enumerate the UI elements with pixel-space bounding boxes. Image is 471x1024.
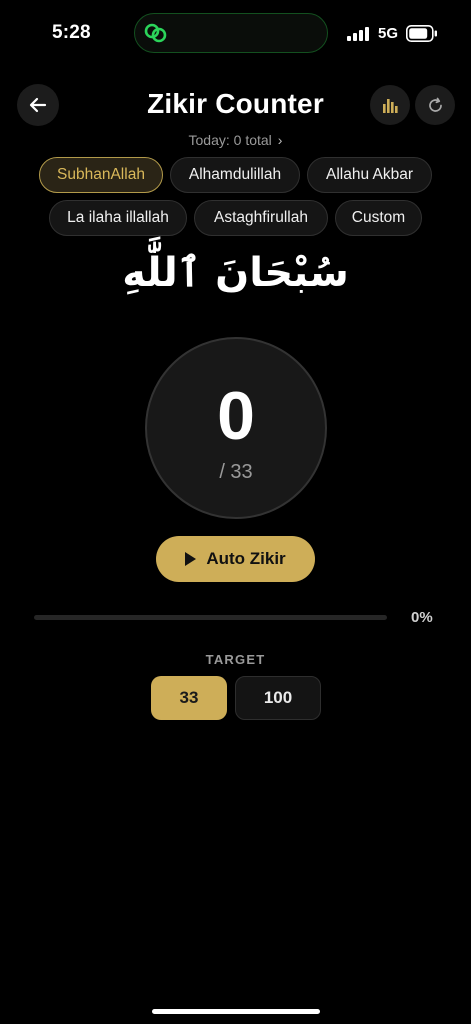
- chip-allahu-akbar[interactable]: Allahu Akbar: [307, 157, 432, 193]
- battery-icon: [406, 25, 437, 42]
- auto-zikir-button[interactable]: Auto Zikir: [156, 536, 315, 582]
- arabic-dhikr-text: سُبْحَانَ ٱللَّٰهِ: [122, 250, 349, 296]
- refresh-icon: [428, 97, 442, 112]
- link-icon: [144, 23, 167, 43]
- bar-chart-icon: [383, 99, 398, 113]
- counter-tap-area[interactable]: 0 / 33: [145, 337, 327, 519]
- auto-zikir-label: Auto Zikir: [206, 549, 286, 568]
- signal-icon: [347, 27, 369, 41]
- home-indicator[interactable]: [152, 1009, 320, 1014]
- chip-custom[interactable]: Custom: [335, 200, 422, 236]
- chip-subhanallah[interactable]: SubhanAllah: [39, 157, 163, 193]
- target-label: TARGET: [205, 652, 266, 667]
- today-summary-link[interactable]: Today: 0 total ›: [0, 132, 471, 148]
- reset-button[interactable]: [415, 85, 455, 125]
- count-target: / 33: [219, 461, 253, 483]
- status-time: 5:28: [52, 22, 91, 43]
- today-summary: Today: 0 total: [188, 132, 272, 148]
- progress-bar: [34, 615, 387, 620]
- progress-percent: 0%: [411, 609, 433, 626]
- stats-button[interactable]: [370, 85, 410, 125]
- chip-la-ilaha-illallah[interactable]: La ilaha illallah: [49, 200, 187, 236]
- chip-astaghfirullah[interactable]: Astaghfirullah: [194, 200, 328, 236]
- chevron-right-icon: ›: [277, 132, 283, 148]
- target-option-33[interactable]: 33: [151, 676, 227, 720]
- chip-alhamdulillah[interactable]: Alhamdulillah: [170, 157, 300, 193]
- network-label: 5G: [378, 25, 399, 42]
- dynamic-island: [134, 13, 328, 53]
- play-icon: [185, 552, 197, 566]
- count-value: 0: [217, 378, 255, 454]
- target-option-100[interactable]: 100: [235, 676, 321, 720]
